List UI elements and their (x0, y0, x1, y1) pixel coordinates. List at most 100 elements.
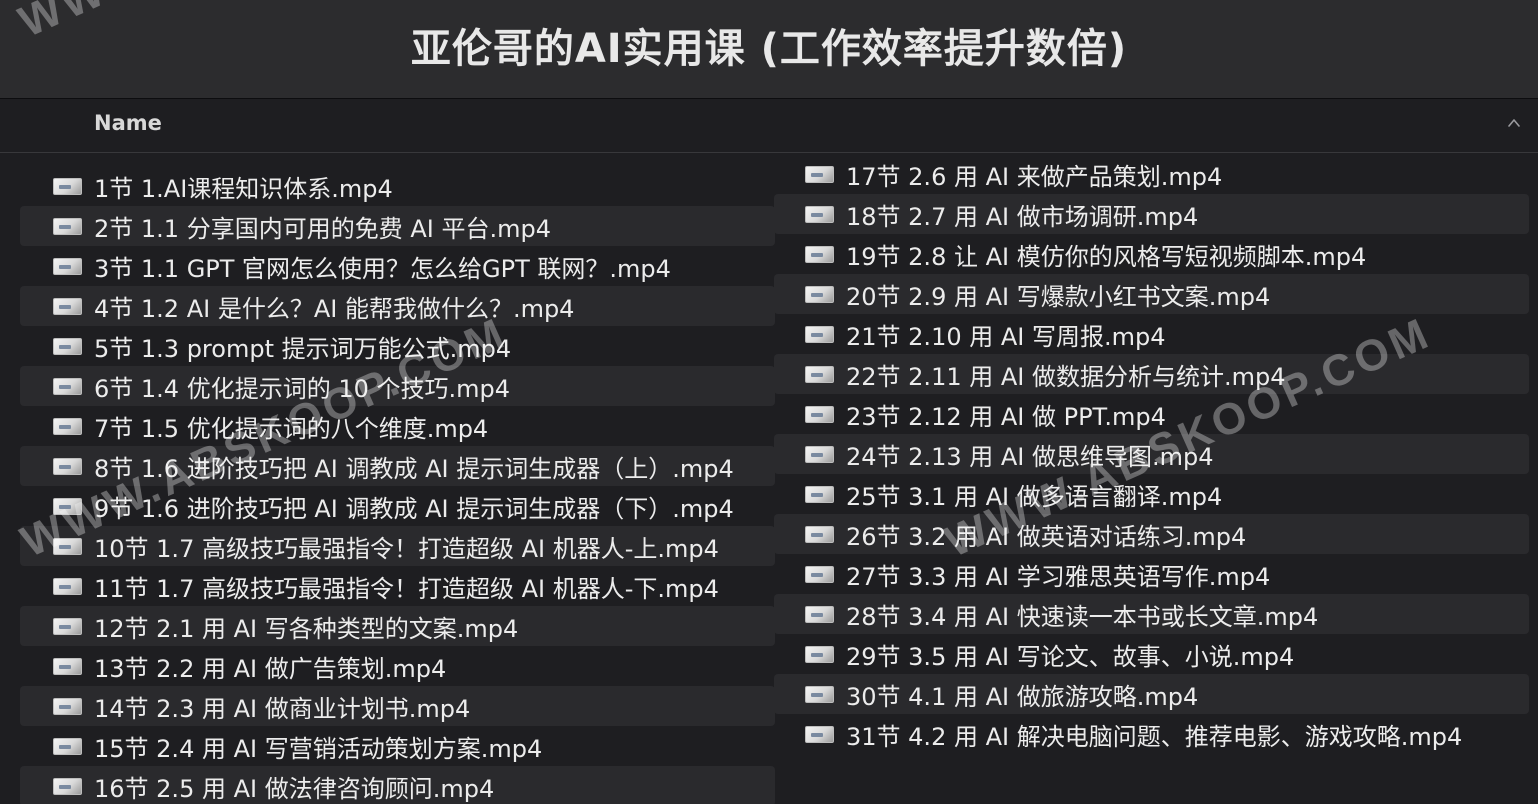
window-title: 亚伦哥的AI实用课 (工作效率提升数倍) (410, 26, 1128, 72)
video-thumbnail-icon (53, 737, 82, 755)
file-name: 31节 4.2 用 AI 解决电脑问题、推荐电影、游戏攻略.mp4 (846, 722, 1463, 751)
video-thumbnail-icon (53, 697, 82, 715)
video-thumbnail-icon (805, 445, 834, 463)
file-row[interactable]: 9节 1.6 进阶技巧把 AI 调教成 AI 提示词生成器（下）.mp4 (20, 486, 775, 526)
video-thumbnail-icon (53, 417, 82, 435)
file-name: 15节 2.4 用 AI 写营销活动策划方案.mp4 (94, 734, 543, 763)
video-thumbnail-icon (53, 617, 82, 635)
file-row[interactable]: 11节 1.7 高级技巧最强指令！打造超级 AI 机器人-下.mp4 (20, 566, 775, 606)
file-row[interactable]: 28节 3.4 用 AI 快速读一本书或长文章.mp4 (774, 594, 1529, 634)
file-name: 5节 1.3 prompt 提示词万能公式.mp4 (94, 334, 512, 363)
video-thumbnail-icon (805, 405, 834, 423)
file-list-right: 17节 2.6 用 AI 来做产品策划.mp4 18节 2.7 用 AI 做市场调… (774, 154, 1529, 754)
file-name: 7节 1.5 优化提示词的八个维度.mp4 (94, 414, 489, 443)
file-name: 27节 3.3 用 AI 学习雅思英语写作.mp4 (846, 562, 1271, 591)
file-row[interactable]: 5节 1.3 prompt 提示词万能公式.mp4 (20, 326, 775, 366)
file-row[interactable]: 24节 2.13 用 AI 做思维导图.mp4 (774, 434, 1529, 474)
video-thumbnail-icon (805, 725, 834, 743)
video-thumbnail-icon (805, 485, 834, 503)
file-row[interactable]: 31节 4.2 用 AI 解决电脑问题、推荐电影、游戏攻略.mp4 (774, 714, 1529, 754)
file-name: 9节 1.6 进阶技巧把 AI 调教成 AI 提示词生成器（下）.mp4 (94, 494, 734, 523)
video-thumbnail-icon (805, 365, 834, 383)
file-name: 23节 2.12 用 AI 做 PPT.mp4 (846, 402, 1166, 431)
video-thumbnail-icon (53, 257, 82, 275)
video-thumbnail-icon (53, 377, 82, 395)
file-name: 30节 4.1 用 AI 做旅游攻略.mp4 (846, 682, 1199, 711)
file-row[interactable]: 30节 4.1 用 AI 做旅游攻略.mp4 (774, 674, 1529, 714)
file-row[interactable]: 23节 2.12 用 AI 做 PPT.mp4 (774, 394, 1529, 434)
file-row[interactable]: 1节 1.AI课程知识体系.mp4 (20, 166, 775, 206)
video-thumbnail-icon (53, 577, 82, 595)
video-thumbnail-icon (805, 205, 834, 223)
file-name: 6节 1.4 优化提示词的 10 个技巧.mp4 (94, 374, 511, 403)
video-thumbnail-icon (53, 777, 82, 795)
file-row[interactable]: 29节 3.5 用 AI 写论文、故事、小说.mp4 (774, 634, 1529, 674)
file-row[interactable]: 20节 2.9 用 AI 写爆款小红书文案.mp4 (774, 274, 1529, 314)
chevron-up-icon[interactable] (1508, 117, 1520, 129)
file-name: 18节 2.7 用 AI 做市场调研.mp4 (846, 202, 1199, 231)
file-name: 19节 2.8 让 AI 模仿你的风格写短视频脚本.mp4 (846, 242, 1367, 271)
file-row[interactable]: 25节 3.1 用 AI 做多语言翻译.mp4 (774, 474, 1529, 514)
file-name: 28节 3.4 用 AI 快速读一本书或长文章.mp4 (846, 602, 1319, 631)
file-row[interactable]: 16节 2.5 用 AI 做法律咨询顾问.mp4 (20, 766, 775, 804)
file-name: 20节 2.9 用 AI 写爆款小红书文案.mp4 (846, 282, 1271, 311)
video-thumbnail-icon (53, 297, 82, 315)
file-name: 12节 2.1 用 AI 写各种类型的文案.mp4 (94, 614, 519, 643)
file-row[interactable]: 22节 2.11 用 AI 做数据分析与统计.mp4 (774, 354, 1529, 394)
file-row[interactable]: 26节 3.2 用 AI 做英语对话练习.mp4 (774, 514, 1529, 554)
video-thumbnail-icon (805, 165, 834, 183)
file-name: 17节 2.6 用 AI 来做产品策划.mp4 (846, 162, 1223, 191)
video-thumbnail-icon (805, 565, 834, 583)
file-list-left: 1节 1.AI课程知识体系.mp4 2节 1.1 分享国内可用的免费 AI 平台.… (20, 166, 775, 804)
video-thumbnail-icon (53, 457, 82, 475)
file-row[interactable]: 18节 2.7 用 AI 做市场调研.mp4 (774, 194, 1529, 234)
header-divider (0, 152, 1538, 153)
file-name: 2节 1.1 分享国内可用的免费 AI 平台.mp4 (94, 214, 551, 243)
name-column-header[interactable]: Name (94, 111, 162, 135)
file-name: 29节 3.5 用 AI 写论文、故事、小说.mp4 (846, 642, 1295, 671)
video-thumbnail-icon (53, 177, 82, 195)
file-row[interactable]: 8节 1.6 进阶技巧把 AI 调教成 AI 提示词生成器（上）.mp4 (20, 446, 775, 486)
video-thumbnail-icon (805, 525, 834, 543)
file-name: 13节 2.2 用 AI 做广告策划.mp4 (94, 654, 447, 683)
file-row[interactable]: 7节 1.5 优化提示词的八个维度.mp4 (20, 406, 775, 446)
video-thumbnail-icon (53, 217, 82, 235)
video-thumbnail-icon (805, 645, 834, 663)
file-row[interactable]: 3节 1.1 GPT 官网怎么使用？怎么给GPT 联网？.mp4 (20, 246, 775, 286)
video-thumbnail-icon (53, 537, 82, 555)
file-name: 1节 1.AI课程知识体系.mp4 (94, 174, 393, 203)
file-name: 21节 2.10 用 AI 写周报.mp4 (846, 322, 1166, 351)
file-row[interactable]: 13节 2.2 用 AI 做广告策划.mp4 (20, 646, 775, 686)
file-name: 22节 2.11 用 AI 做数据分析与统计.mp4 (846, 362, 1286, 391)
window-titlebar[interactable]: 亚伦哥的AI实用课 (工作效率提升数倍) (0, 0, 1538, 98)
file-row[interactable]: 14节 2.3 用 AI 做商业计划书.mp4 (20, 686, 775, 726)
file-name: 24节 2.13 用 AI 做思维导图.mp4 (846, 442, 1214, 471)
file-name: 10节 1.7 高级技巧最强指令！打造超级 AI 机器人-上.mp4 (94, 534, 719, 563)
file-row[interactable]: 10节 1.7 高级技巧最强指令！打造超级 AI 机器人-上.mp4 (20, 526, 775, 566)
file-row[interactable]: 12节 2.1 用 AI 写各种类型的文案.mp4 (20, 606, 775, 646)
video-thumbnail-icon (53, 337, 82, 355)
file-row[interactable]: 17节 2.6 用 AI 来做产品策划.mp4 (774, 154, 1529, 194)
file-name: 8节 1.6 进阶技巧把 AI 调教成 AI 提示词生成器（上）.mp4 (94, 454, 734, 483)
video-thumbnail-icon (805, 245, 834, 263)
file-row[interactable]: 4节 1.2 AI 是什么？AI 能帮我做什么？.mp4 (20, 286, 775, 326)
file-row[interactable]: 15节 2.4 用 AI 写营销活动策划方案.mp4 (20, 726, 775, 766)
file-row[interactable]: 21节 2.10 用 AI 写周报.mp4 (774, 314, 1529, 354)
video-thumbnail-icon (805, 605, 834, 623)
file-name: 3节 1.1 GPT 官网怎么使用？怎么给GPT 联网？.mp4 (94, 254, 671, 283)
file-name: 16节 2.5 用 AI 做法律咨询顾问.mp4 (94, 774, 495, 803)
file-row[interactable]: 6节 1.4 优化提示词的 10 个技巧.mp4 (20, 366, 775, 406)
video-thumbnail-icon (805, 325, 834, 343)
file-row[interactable]: 2节 1.1 分享国内可用的免费 AI 平台.mp4 (20, 206, 775, 246)
video-thumbnail-icon (53, 657, 82, 675)
file-name: 11节 1.7 高级技巧最强指令！打造超级 AI 机器人-下.mp4 (94, 574, 719, 603)
finder-window: 亚伦哥的AI实用课 (工作效率提升数倍) Name 1节 1.AI课程知识体系.… (0, 0, 1538, 804)
file-name: 4节 1.2 AI 是什么？AI 能帮我做什么？.mp4 (94, 294, 575, 323)
video-thumbnail-icon (53, 497, 82, 515)
file-name: 26节 3.2 用 AI 做英语对话练习.mp4 (846, 522, 1247, 551)
file-row[interactable]: 19节 2.8 让 AI 模仿你的风格写短视频脚本.mp4 (774, 234, 1529, 274)
file-name: 14节 2.3 用 AI 做商业计划书.mp4 (94, 694, 471, 723)
video-thumbnail-icon (805, 285, 834, 303)
file-name: 25节 3.1 用 AI 做多语言翻译.mp4 (846, 482, 1223, 511)
file-row[interactable]: 27节 3.3 用 AI 学习雅思英语写作.mp4 (774, 554, 1529, 594)
